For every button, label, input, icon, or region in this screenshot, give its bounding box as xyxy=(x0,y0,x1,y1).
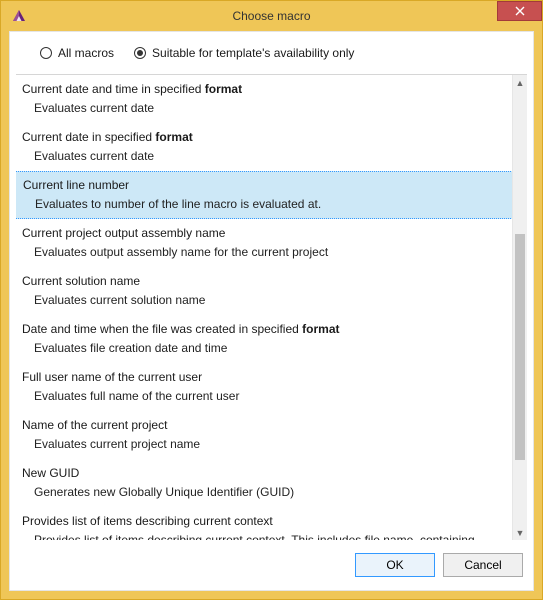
macro-list-item[interactable]: Current line numberEvaluates to number o… xyxy=(16,171,512,219)
macro-item-desc: Evaluates current solution name xyxy=(22,290,506,311)
filter-row: All macros Suitable for template's avail… xyxy=(10,32,533,74)
radio-icon xyxy=(40,47,52,59)
macro-list: Current date and time in specified forma… xyxy=(16,74,527,540)
close-icon xyxy=(515,6,525,16)
macro-list-item[interactable]: Name of the current projectEvaluates cur… xyxy=(16,411,512,459)
macro-item-title: Current date and time in specified forma… xyxy=(22,79,506,98)
macro-list-item[interactable]: Full user name of the current userEvalua… xyxy=(16,363,512,411)
app-icon xyxy=(11,8,27,24)
radio-all-macros[interactable]: All macros xyxy=(40,46,114,60)
macro-list-viewport: Current date and time in specified forma… xyxy=(16,75,512,540)
macro-list-item[interactable]: Current date in specified formatEvaluate… xyxy=(16,123,512,171)
macro-item-desc: Provides list of items describing curren… xyxy=(22,530,506,540)
macro-list-item[interactable]: Current project output assembly nameEval… xyxy=(16,219,512,267)
radio-icon xyxy=(134,47,146,59)
dialog-button-row: OK Cancel xyxy=(10,540,533,590)
titlebar: Choose macro xyxy=(1,1,542,31)
macro-item-title: Date and time when the file was created … xyxy=(22,319,506,338)
macro-item-desc: Evaluates file creation date and time xyxy=(22,338,506,359)
radio-label: All macros xyxy=(58,46,114,60)
macro-item-title: Provides list of items describing curren… xyxy=(22,511,506,530)
macro-item-title: Current date in specified format xyxy=(22,127,506,146)
dialog-title: Choose macro xyxy=(1,9,542,23)
macro-list-item[interactable]: Current solution nameEvaluates current s… xyxy=(16,267,512,315)
scroll-down-button[interactable]: ▼ xyxy=(513,525,527,540)
macro-item-title: Current solution name xyxy=(22,271,506,290)
macro-list-item[interactable]: New GUIDGenerates new Globally Unique Id… xyxy=(16,459,512,507)
dialog-window: Choose macro All macros Suitable for tem… xyxy=(0,0,543,600)
macro-list-item[interactable]: Date and time when the file was created … xyxy=(16,315,512,363)
scrollbar-thumb[interactable] xyxy=(515,234,525,460)
close-button[interactable] xyxy=(497,1,542,21)
macro-list-item[interactable]: Current date and time in specified forma… xyxy=(16,75,512,123)
scroll-up-button[interactable]: ▲ xyxy=(513,75,527,90)
macro-item-title: Current project output assembly name xyxy=(22,223,506,242)
macro-item-desc: Evaluates to number of the line macro is… xyxy=(23,194,505,215)
radio-label: Suitable for template's availability onl… xyxy=(152,46,354,60)
macro-item-title: Current line number xyxy=(23,175,505,194)
ok-button[interactable]: OK xyxy=(355,553,435,577)
scrollbar: ▲ ▼ xyxy=(512,75,527,540)
radio-suitable-only[interactable]: Suitable for template's availability onl… xyxy=(134,46,354,60)
macro-item-title: Name of the current project xyxy=(22,415,506,434)
scrollbar-track[interactable] xyxy=(513,90,527,525)
macro-item-desc: Generates new Globally Unique Identifier… xyxy=(22,482,506,503)
macro-item-desc: Evaluates output assembly name for the c… xyxy=(22,242,506,263)
macro-list-item[interactable]: Provides list of items describing curren… xyxy=(16,507,512,540)
macro-item-desc: Evaluates current project name xyxy=(22,434,506,455)
dialog-client-area: All macros Suitable for template's avail… xyxy=(9,31,534,591)
macro-item-desc: Evaluates current date xyxy=(22,146,506,167)
cancel-button[interactable]: Cancel xyxy=(443,553,523,577)
macro-item-desc: Evaluates full name of the current user xyxy=(22,386,506,407)
macro-item-title: Full user name of the current user xyxy=(22,367,506,386)
macro-item-title: New GUID xyxy=(22,463,506,482)
macro-item-desc: Evaluates current date xyxy=(22,98,506,119)
